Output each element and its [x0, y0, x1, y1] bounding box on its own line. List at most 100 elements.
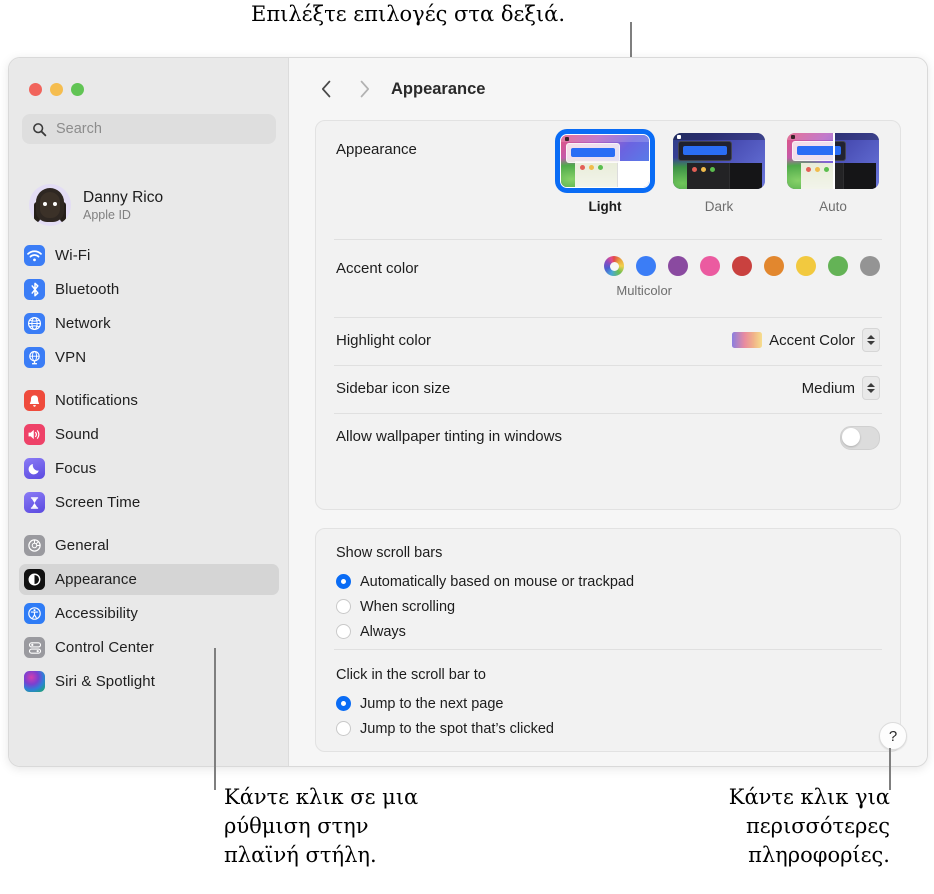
radio-jump-to-the-next-page[interactable]: Jump to the next page: [336, 691, 554, 716]
theme-option-dark[interactable]: Dark: [670, 130, 768, 214]
sidebar-item-label: VPN: [55, 349, 87, 366]
sidebar-item-label: General: [55, 537, 110, 554]
accent-swatch-multicolor[interactable]: [604, 256, 624, 276]
appearance-row: Appearance Light Dark Auto: [316, 121, 900, 239]
bluetooth-icon: [24, 279, 45, 300]
theme-label: Light: [588, 199, 622, 214]
accent-swatch-purple[interactable]: [668, 256, 688, 276]
avatar: [29, 184, 71, 226]
sidebar-item-label: Accessibility: [55, 605, 138, 622]
sidebar-item-label: Focus: [55, 460, 97, 477]
theme-thumbnail-light: [560, 134, 650, 188]
account-subtitle: Apple ID: [83, 207, 131, 222]
sidebar-icon-size-value: Medium: [801, 379, 855, 397]
accent-swatch-red[interactable]: [732, 256, 752, 276]
search-input[interactable]: [54, 120, 266, 138]
accent-swatch-blue[interactable]: [636, 256, 656, 276]
sidebar-icon-size-row[interactable]: Sidebar icon size Medium: [316, 365, 900, 413]
theme-options: Light Dark Auto: [556, 130, 882, 214]
highlight-color-row[interactable]: Highlight color Accent Color: [316, 317, 900, 365]
accent-gradient-chip: [732, 332, 763, 348]
accent-swatch-graphite[interactable]: [860, 256, 880, 276]
appearance-icon: [24, 569, 45, 590]
radio-label: Jump to the next page: [360, 695, 504, 712]
sidebar-item-siri-and-spotlight[interactable]: Siri & Spotlight: [19, 666, 279, 697]
appearance-card: Appearance Light Dark Auto Accent color …: [315, 120, 901, 510]
account-row[interactable]: Danny Rico Apple ID: [19, 178, 279, 232]
click-scroll-bar-group: Click in the scroll bar to Jump to the n…: [336, 667, 554, 741]
help-button[interactable]: ?: [879, 722, 907, 750]
radio-automatically-based-on-mouse-or-trackpad[interactable]: Automatically based on mouse or trackpad: [336, 569, 634, 594]
sidebar-item-sound[interactable]: Sound: [19, 419, 279, 450]
click-scroll-bar-label: Click in the scroll bar to: [336, 667, 486, 683]
theme-option-light[interactable]: Light: [556, 130, 654, 214]
accent-swatch-pink[interactable]: [700, 256, 720, 276]
radio-label: Jump to the spot that’s clicked: [360, 720, 554, 737]
control-center-icon: [24, 637, 45, 658]
accessibility-icon: [24, 603, 45, 624]
radio-when-scrolling[interactable]: When scrolling: [336, 594, 634, 619]
sidebar-item-network[interactable]: Network: [19, 308, 279, 339]
sidebar-item-bluetooth[interactable]: Bluetooth: [19, 274, 279, 305]
show-scroll-bars-group: Show scroll bars Automatically based on …: [336, 545, 634, 644]
sidebar-item-wi-fi[interactable]: Wi-Fi: [19, 240, 279, 271]
accent-color-caption: Multicolor: [616, 283, 672, 298]
globe-icon: [24, 313, 45, 334]
sidebar-group-appearance: General Appearance Accessibility Control…: [19, 530, 279, 697]
chevron-left-icon[interactable]: [315, 78, 337, 100]
radio-button[interactable]: [336, 599, 351, 614]
sidebar-group-network: Wi-Fi Bluetooth Network VPN: [19, 240, 279, 373]
sidebar-item-label: Appearance: [55, 571, 137, 588]
sidebar-item-appearance[interactable]: Appearance: [19, 564, 279, 595]
bell-icon: [24, 390, 45, 411]
page-title: Appearance: [391, 79, 486, 98]
sidebar-icon-size-label: Sidebar icon size: [336, 380, 451, 397]
wallpaper-tinting-row[interactable]: Allow wallpaper tinting in windows: [316, 413, 900, 461]
theme-label: Auto: [819, 199, 847, 214]
sidebar-item-focus[interactable]: Focus: [19, 453, 279, 484]
appearance-row-label: Appearance: [336, 141, 417, 158]
radio-button[interactable]: [336, 574, 351, 589]
minimize-button[interactable]: [50, 83, 63, 96]
siri-icon: [24, 671, 45, 692]
sidebar-item-label: Network: [55, 315, 111, 332]
chevron-right-icon[interactable]: [353, 78, 375, 100]
content-titlebar: Appearance: [289, 58, 927, 120]
wallpaper-tinting-label: Allow wallpaper tinting in windows: [336, 428, 562, 445]
radio-button[interactable]: [336, 721, 351, 736]
sidebar-item-general[interactable]: General: [19, 530, 279, 561]
search-icon: [32, 122, 47, 137]
radio-jump-to-the-spot-thats-clicked[interactable]: Jump to the spot that’s clicked: [336, 716, 554, 741]
highlight-color-popup-button[interactable]: [862, 328, 880, 352]
window-controls[interactable]: [29, 83, 84, 96]
sidebar-item-notifications[interactable]: Notifications: [19, 385, 279, 416]
sidebar-item-control-center[interactable]: Control Center: [19, 632, 279, 663]
radio-button[interactable]: [336, 624, 351, 639]
sidebar-item-accessibility[interactable]: Accessibility: [19, 598, 279, 629]
sidebar-item-screen-time[interactable]: Screen Time: [19, 487, 279, 518]
sidebar-item-label: Screen Time: [55, 494, 141, 511]
content-area: Appearance Appearance Light Dark Auto Ac…: [289, 58, 927, 766]
accent-color-row: Accent color Multicolor: [316, 239, 900, 317]
sidebar-group-system: Notifications Sound Focus Screen Time: [19, 385, 279, 518]
close-button[interactable]: [29, 83, 42, 96]
accent-swatch-yellow[interactable]: [796, 256, 816, 276]
sidebar-item-vpn[interactable]: VPN: [19, 342, 279, 373]
search-field[interactable]: [22, 114, 276, 144]
wallpaper-tinting-toggle[interactable]: [840, 426, 880, 450]
moon-icon: [24, 458, 45, 479]
accent-swatch-green[interactable]: [828, 256, 848, 276]
callout-bottom-left-line: [214, 648, 216, 790]
sidebar: Danny Rico Apple ID: [9, 58, 289, 766]
radio-always[interactable]: Always: [336, 619, 634, 644]
radio-button[interactable]: [336, 696, 351, 711]
theme-option-auto[interactable]: Auto: [784, 130, 882, 214]
sidebar-icon-size-popup-button[interactable]: [862, 376, 880, 400]
zoom-button[interactable]: [71, 83, 84, 96]
radio-label: Always: [360, 623, 406, 640]
accent-swatch-orange[interactable]: [764, 256, 784, 276]
callout-top-text: Επιλέξτε επιλογές στα δεξιά.: [251, 2, 566, 26]
sidebar-item-label: Notifications: [55, 392, 139, 409]
divider: [334, 649, 882, 650]
sidebar-item-label: Sound: [55, 426, 99, 443]
